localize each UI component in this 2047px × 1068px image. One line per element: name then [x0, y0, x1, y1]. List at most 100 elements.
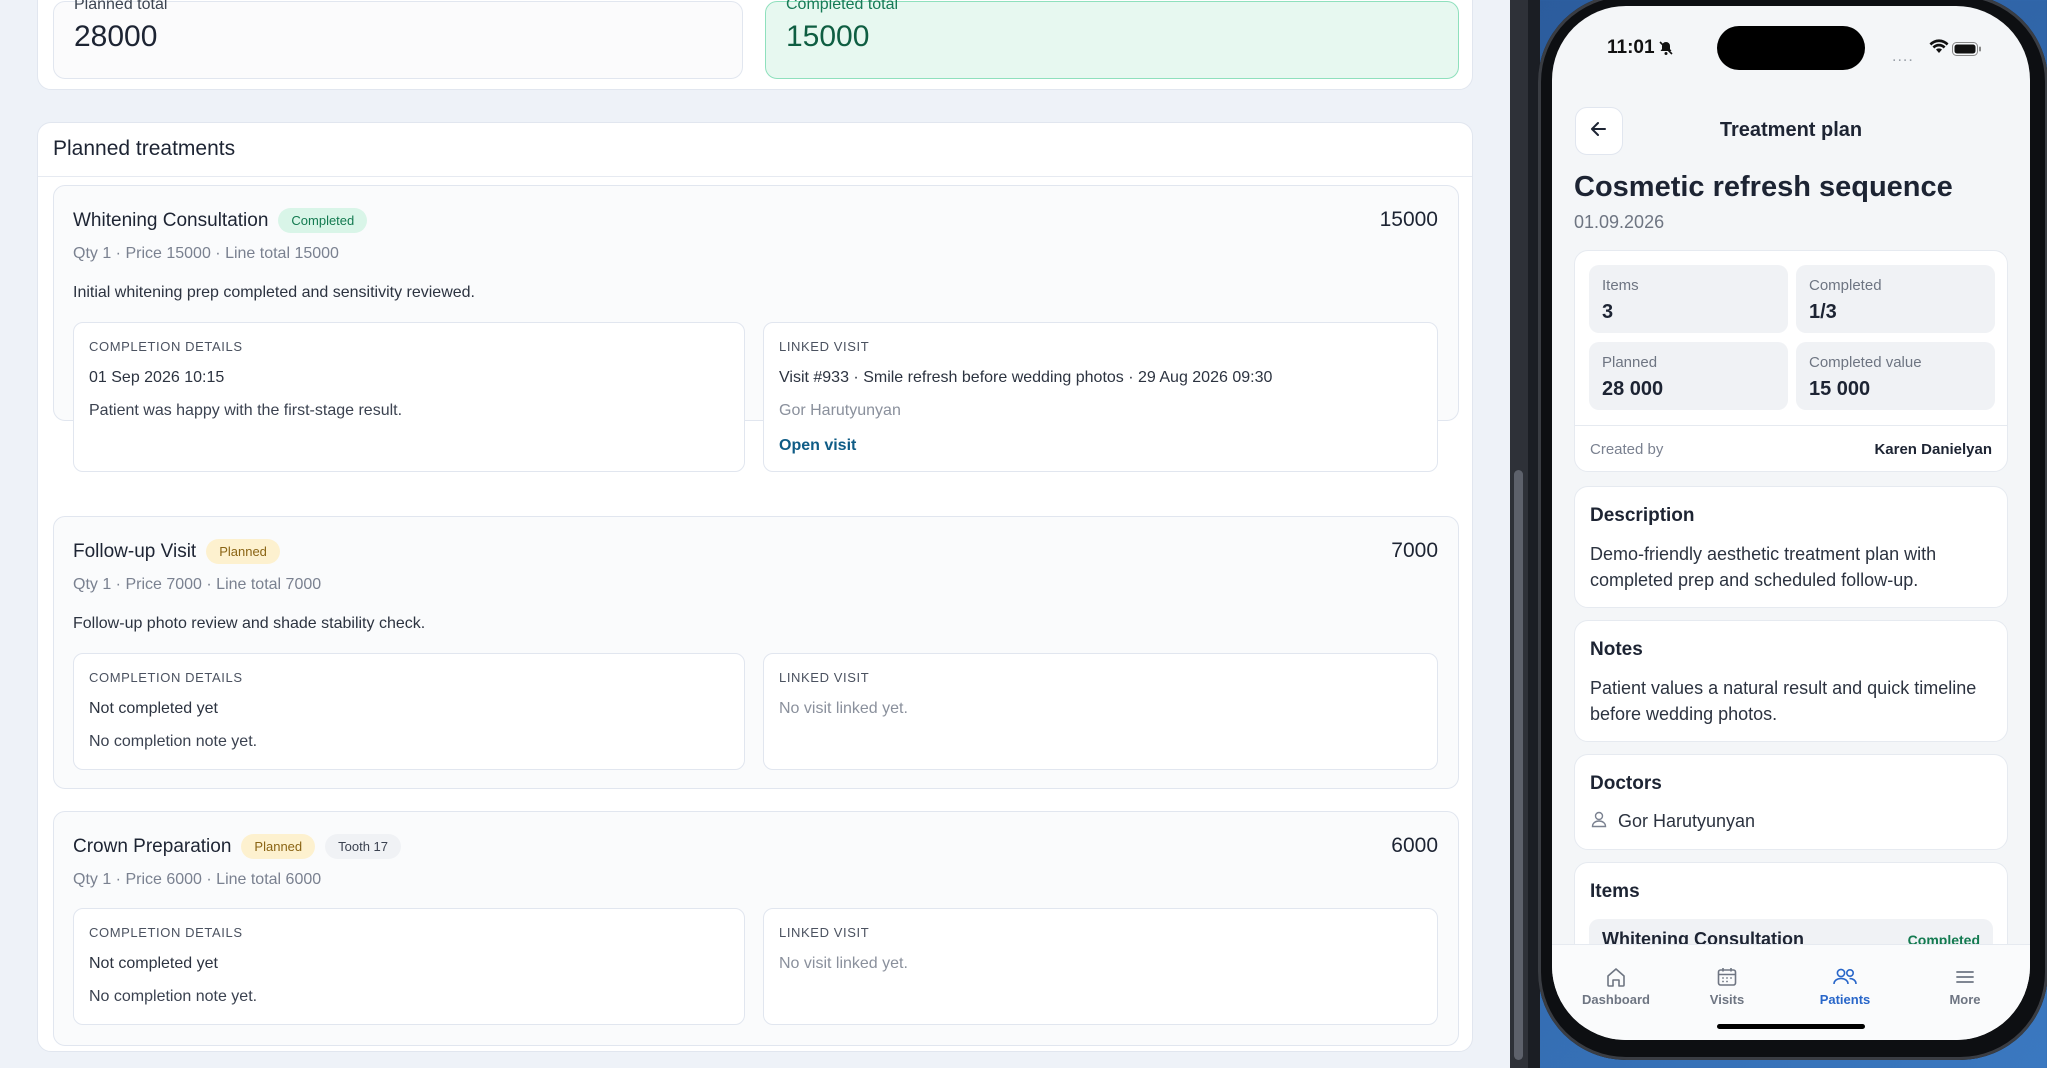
linked-visit-box: LINKED VISIT No visit linked yet.: [763, 653, 1438, 770]
treatment-item: Follow-up Visit Planned 7000 Qty 1 · Pri…: [53, 516, 1459, 789]
completed-total-value: 15000: [786, 20, 870, 53]
linked-visit-box: LINKED VISIT No visit linked yet.: [763, 908, 1438, 1025]
plan-name: Cosmetic refresh sequence: [1574, 171, 1953, 203]
planned-total-label: Planned total: [74, 0, 168, 13]
treatment-name-row: Whitening Consultation Completed: [73, 208, 368, 233]
status-badge: Completed: [278, 208, 368, 233]
stat-label: Items: [1602, 277, 1639, 294]
completion-status: Not completed yet: [89, 700, 218, 717]
plan-stats-card: Items 3 Completed 1/3 Planned 28 000 Com…: [1574, 250, 2008, 472]
dynamic-island: [1717, 26, 1865, 70]
tab-label: Dashboard: [1582, 992, 1650, 1007]
stat-value: 15 000: [1809, 378, 1871, 400]
treatment-meta: Qty 1 · Price 7000 · Line total 7000: [73, 576, 322, 593]
treatment-name-row: Crown Preparation Planned Tooth 17: [73, 834, 402, 859]
stat-completed-value: Completed value 15 000: [1796, 342, 1995, 410]
doctor-name: Gor Harutyunyan: [1618, 811, 1756, 831]
linked-visit-caption: LINKED VISIT: [779, 670, 870, 685]
completion-details-box: COMPLETION DETAILS Not completed yet No …: [73, 653, 745, 770]
cellular-dots: ....: [1892, 48, 1914, 65]
plan-date: 01.09.2026: [1574, 212, 1665, 232]
tab-dashboard[interactable]: Dashboard: [1566, 965, 1666, 1007]
divider: [1575, 425, 2007, 426]
treatment-name: Whitening Consultation: [73, 209, 269, 231]
linked-visit-caption: LINKED VISIT: [779, 925, 870, 940]
completion-details-box: COMPLETION DETAILS 01 Sep 2026 10:15 Pat…: [73, 322, 745, 472]
battery-icon: [1952, 42, 1982, 61]
treatment-name: Crown Preparation: [73, 835, 232, 857]
web-scrollbar-thumb[interactable]: [1514, 470, 1523, 1060]
linked-visit-empty: No visit linked yet.: [779, 700, 908, 717]
treatment-meta: Qty 1 · Price 15000 · Line total 15000: [73, 245, 339, 262]
user-icon: [1590, 810, 1608, 833]
tab-patients[interactable]: Patients: [1795, 965, 1895, 1007]
description-card: Description Demo-friendly aesthetic trea…: [1574, 486, 2008, 608]
notes-title: Notes: [1590, 639, 1643, 660]
bell-muted-icon: [1658, 40, 1674, 61]
completion-caption: COMPLETION DETAILS: [89, 339, 243, 354]
completed-total-box: Completed total 15000: [765, 0, 1459, 79]
treatment-meta: Qty 1 · Price 6000 · Line total 6000: [73, 871, 322, 888]
treatment-amount: 7000: [1391, 539, 1438, 562]
treatment-item: Crown Preparation Planned Tooth 17 6000 …: [53, 811, 1459, 1046]
completion-caption: COMPLETION DETAILS: [89, 670, 243, 685]
menu-icon: [1915, 965, 2015, 989]
treatment-name-row: Follow-up Visit Planned: [73, 539, 280, 564]
tab-label: Visits: [1709, 992, 1745, 1007]
treatment-note: Follow-up photo review and shade stabili…: [73, 615, 426, 632]
stat-value: 28 000: [1602, 378, 1664, 400]
notes-card: Notes Patient values a natural result an…: [1574, 620, 2008, 742]
doctors-card: Doctors Gor Harutyunyan: [1574, 754, 2008, 850]
planned-total-box: Planned total 28000: [53, 0, 743, 79]
tab-label: Patients: [1819, 992, 1871, 1007]
created-by-label: Created by: [1590, 441, 1664, 458]
description-title: Description: [1590, 505, 1695, 526]
treatment-amount: 6000: [1391, 834, 1438, 857]
stat-value: 1/3: [1809, 301, 1837, 323]
completion-note: Patient was happy with the first-stage r…: [89, 402, 403, 419]
completion-status: Not completed yet: [89, 955, 218, 972]
completion-note: No completion note yet.: [89, 733, 258, 750]
wifi-icon: [1929, 39, 1949, 60]
created-by-value: Karen Danielyan: [1874, 441, 1992, 458]
treatment-amount: 15000: [1379, 208, 1438, 231]
stat-completed: Completed 1/3: [1796, 265, 1995, 333]
status-badge: Planned: [206, 539, 280, 564]
linked-visit-summary: Visit #933 · Smile refresh before weddin…: [779, 369, 1273, 386]
tab-visits[interactable]: Visits: [1677, 965, 1777, 1007]
doctors-title: Doctors: [1590, 773, 1662, 794]
section-title: Planned treatments: [53, 137, 236, 160]
tab-label: More: [1949, 992, 1981, 1007]
web-app-panel: Planned total 28000 Completed total 1500…: [0, 0, 1510, 1068]
completion-date: 01 Sep 2026 10:15: [89, 369, 225, 386]
status-badge: Planned: [241, 834, 316, 859]
tab-more[interactable]: More: [1915, 965, 2015, 1007]
linked-visit-empty: No visit linked yet.: [779, 955, 908, 972]
description-text: Demo-friendly aesthetic treatment plan w…: [1590, 544, 1937, 590]
planned-treatments-card: Planned treatments Whitening Consultatio…: [37, 122, 1473, 1052]
completion-caption: COMPLETION DETAILS: [89, 925, 243, 940]
screen-title: Treatment plan: [1719, 119, 1863, 141]
status-time: 11:01: [1607, 37, 1655, 58]
calendar-icon: [1677, 965, 1777, 989]
completion-details-box: COMPLETION DETAILS Not completed yet No …: [73, 908, 745, 1025]
linked-visit-caption: LINKED VISIT: [779, 339, 870, 354]
stat-value: 3: [1602, 301, 1614, 323]
treatment-note: Initial whitening prep completed and sen…: [73, 284, 475, 301]
treatment-item: Whitening Consultation Completed 15000 Q…: [53, 185, 1459, 472]
completed-total-label: Completed total: [786, 0, 899, 13]
stat-items: Items 3: [1589, 265, 1788, 333]
planned-treatments-header: Planned treatments: [38, 123, 1472, 177]
notes-text: Patient values a natural result and quic…: [1590, 678, 1977, 724]
linked-visit-box: LINKED VISIT Visit #933 · Smile refresh …: [763, 322, 1438, 472]
stat-label: Completed: [1809, 277, 1882, 294]
stat-planned: Planned 28 000: [1589, 342, 1788, 410]
planned-total-value: 28000: [74, 20, 158, 53]
home-indicator: [1717, 1024, 1865, 1029]
stat-label: Completed value: [1809, 354, 1922, 371]
linked-visit-doctor: Gor Harutyunyan: [779, 402, 901, 419]
open-visit-link[interactable]: Open visit: [779, 437, 856, 455]
doctor-row[interactable]: Gor Harutyunyan: [1590, 810, 1755, 833]
home-icon: [1566, 965, 1666, 989]
stat-label: Planned: [1602, 354, 1658, 371]
